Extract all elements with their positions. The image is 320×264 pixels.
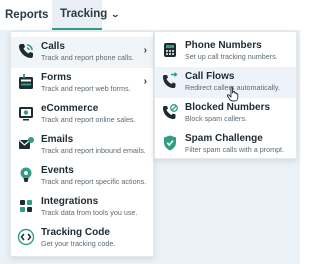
menu-item-tracking-code[interactable]: Tracking Code Get your tracking code. [11,223,153,254]
submenu-item-phone-numbers[interactable]: Phone Numbers Set up call tracking numbe… [155,36,296,67]
menu-item-desc: Track and report web forms. [41,84,131,93]
tracking-menu: Calls Track and report phone calls. › Fo… [10,31,154,257]
menu-item-ecommerce[interactable]: eCommerce Track and report online sales. [11,99,153,130]
menu-item-title: Forms [41,72,72,83]
submenu-item-title: Call Flows [185,71,235,82]
ecommerce-icon [16,103,36,123]
menu-item-integrations[interactable]: Integrations Track data from tools you u… [11,192,153,223]
menu-item-desc: Track and report online sales. [41,115,136,124]
submenu-item-title: Phone Numbers [185,40,262,51]
submenu-item-spam-challenge[interactable]: Spam Challenge Filter spam calls with a … [155,129,296,160]
chevron-down-icon: ⌄ [110,9,121,19]
code-icon [16,227,36,247]
blocked-icon [160,102,180,122]
top-navigation: Reports ⌄ Tracking ⌄ [0,0,300,30]
integrations-icon [16,196,36,216]
phone-icon [16,41,36,61]
submenu-item-title: Spam Challenge [185,133,263,144]
menu-item-desc: Track data from tools you use. [41,208,138,217]
menu-item-desc: Track and report phone calls. [41,53,134,62]
menu-item-title: eCommerce [41,103,99,114]
nav-tracking[interactable]: Tracking ⌄ [52,0,120,30]
phone-numbers-icon [160,40,180,60]
chevron-right-icon: › [143,45,147,56]
menu-item-title: Tracking Code [41,227,110,238]
menu-item-desc: Get your tracking code. [41,239,116,248]
menu-item-title: Emails [41,134,74,145]
submenu-item-desc: Filter spam calls with a prompt. [185,145,285,154]
menu-item-desc: Track and report specific actions. [41,177,147,186]
shield-icon [160,133,180,153]
menu-item-desc: Track and report inbound emails. [41,146,146,155]
menu-item-title: Calls [41,41,65,52]
submenu-item-blocked-numbers[interactable]: Blocked Numbers Block spam callers. [155,98,296,129]
nav-reports-label: Reports [5,9,49,21]
submenu-item-desc: Block spam callers. [185,114,247,123]
menu-item-emails[interactable]: Emails Track and report inbound emails. [11,130,153,161]
menu-item-title: Integrations [41,196,99,207]
call-flows-icon [160,71,180,91]
hand-pointer-cursor [226,86,240,102]
menu-item-forms[interactable]: Forms Track and report web forms. › [11,68,153,99]
submenu-item-desc: Set up call tracking numbers. [185,52,278,61]
event-icon [16,165,36,185]
chevron-right-icon: › [143,76,147,87]
form-icon [16,72,36,92]
menu-item-title: Events [41,165,74,176]
menu-item-events[interactable]: Events Track and report specific actions… [11,161,153,192]
submenu-item-title: Blocked Numbers [185,102,271,113]
nav-tracking-label: Tracking [60,8,108,20]
email-icon [16,134,36,154]
menu-item-calls[interactable]: Calls Track and report phone calls. › [11,37,153,68]
